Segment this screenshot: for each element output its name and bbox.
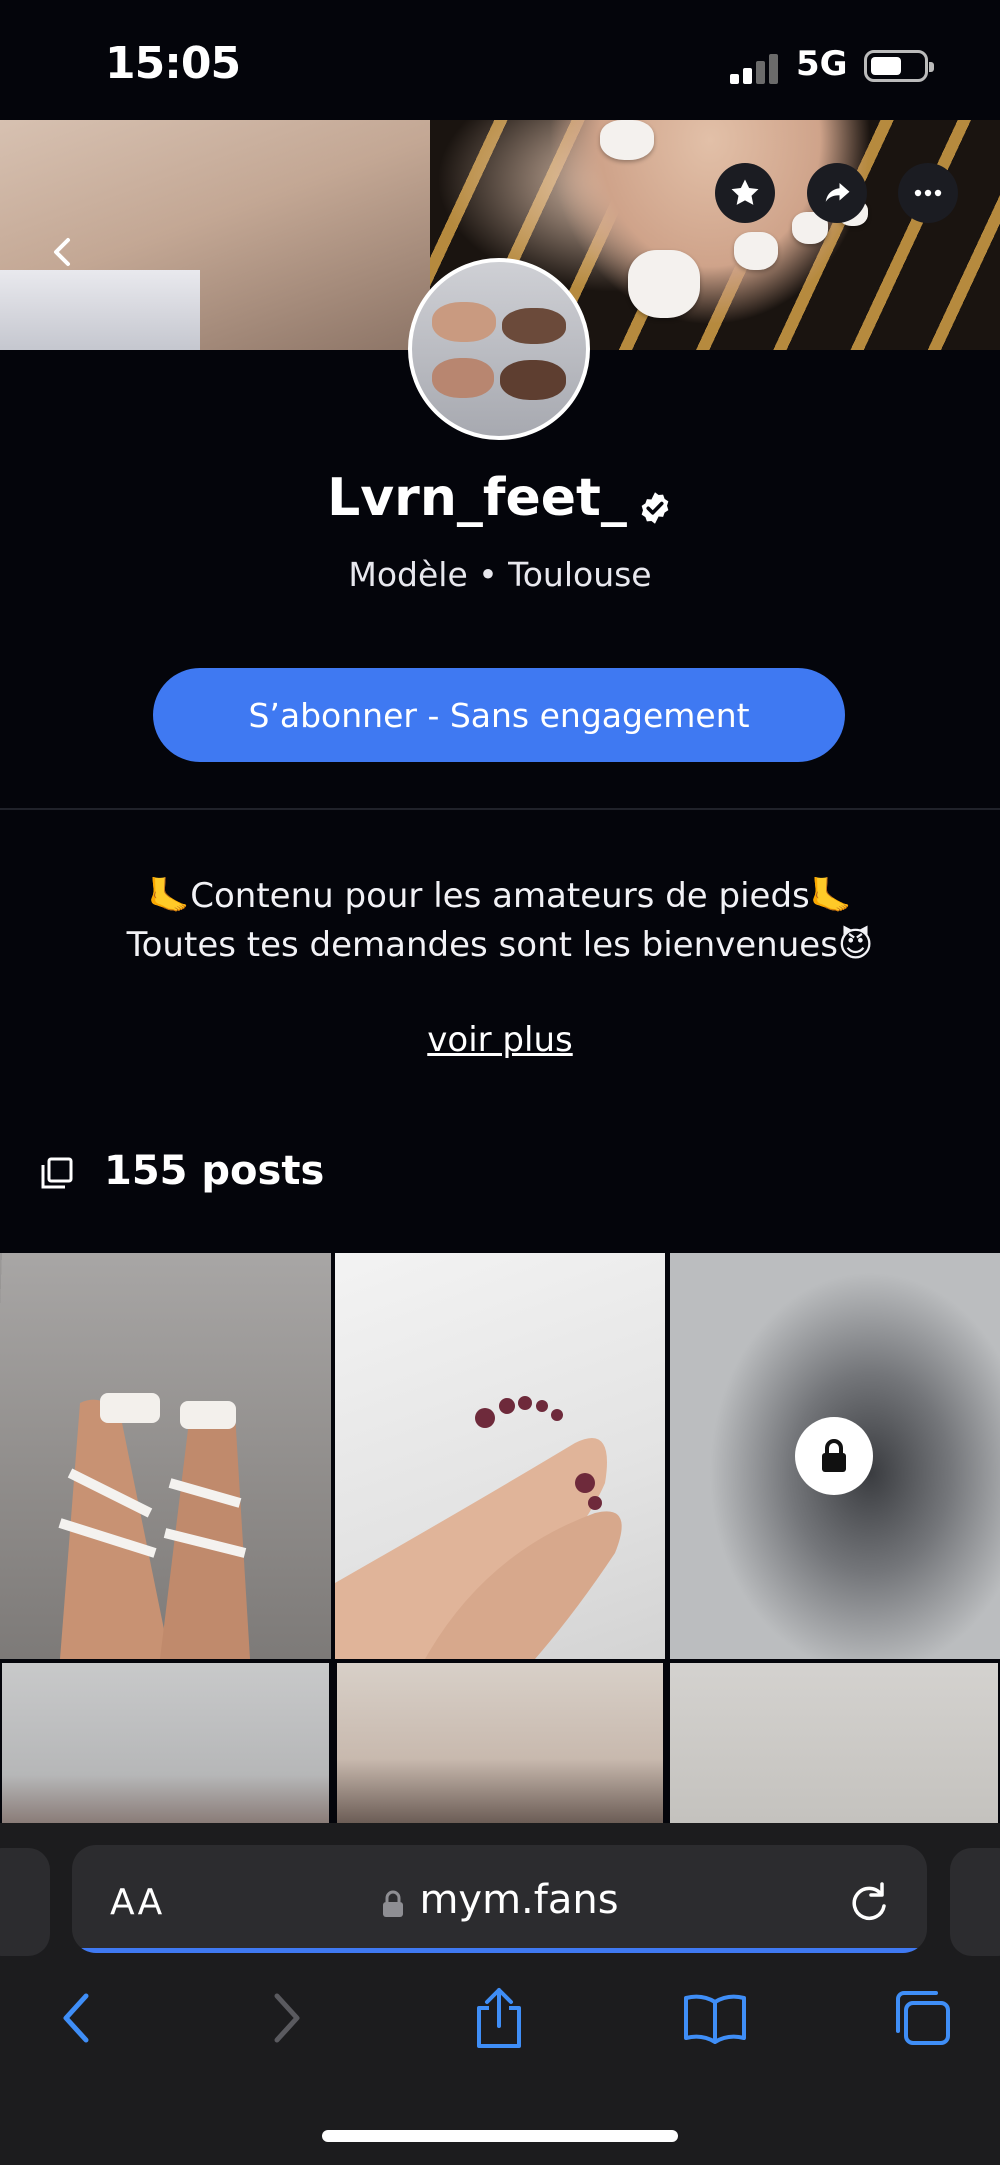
verified-badge-icon — [637, 479, 673, 524]
favorite-button[interactable] — [715, 163, 775, 223]
chevron-left-icon — [63, 1993, 89, 2043]
status-time: 15:05 — [105, 38, 241, 89]
bookmarks-button[interactable] — [680, 1988, 750, 2048]
avatar[interactable] — [408, 258, 590, 440]
share-icon — [477, 1988, 521, 2048]
profile-subtitle: Modèle • Toulouse — [348, 555, 652, 594]
signal-icon — [730, 52, 780, 84]
share-button[interactable] — [807, 163, 867, 223]
browser-back-button[interactable] — [45, 1988, 105, 2048]
network-label: 5G — [796, 44, 848, 84]
post-tile-4[interactable] — [2, 1663, 329, 1823]
url-text: mym.fans — [419, 1877, 619, 1923]
posts-count: 155 posts — [104, 1148, 325, 1194]
post-tile-5[interactable] — [337, 1663, 663, 1823]
share-sheet-button[interactable] — [469, 1988, 529, 2048]
chevron-left-icon — [54, 238, 70, 266]
more-options-button[interactable] — [898, 163, 958, 223]
bio-line-2: Toutes tes demandes sont les bienvenues😈 — [126, 925, 874, 965]
tabs-icon — [896, 1991, 950, 2045]
load-progress — [72, 1948, 927, 1953]
posts-count-row: 155 posts — [40, 1148, 324, 1194]
see-more-label[interactable]: voir plus — [427, 1020, 572, 1060]
subscribe-button[interactable]: S’abonner - Sans engagement — [153, 668, 845, 762]
profile-name: Lvrn_feet_ — [327, 468, 627, 528]
posts-icon — [40, 1154, 74, 1189]
star-icon — [731, 179, 759, 205]
more-icon — [914, 189, 942, 197]
battery-icon — [864, 50, 934, 82]
book-icon — [684, 1994, 746, 2044]
reload-button[interactable] — [848, 1880, 892, 1924]
reload-icon — [852, 1882, 886, 1921]
divider — [0, 808, 1000, 810]
browser-forward-button[interactable] — [258, 1988, 318, 2048]
post-tile-6[interactable] — [670, 1663, 998, 1823]
lock-icon — [795, 1417, 873, 1495]
post-tile-2[interactable] — [335, 1253, 665, 1659]
bio-line-1: 🦶Contenu pour les amateurs de pieds🦶 — [147, 876, 853, 916]
chevron-right-icon — [274, 1993, 300, 2043]
share-icon — [825, 183, 850, 202]
back-button[interactable] — [42, 232, 82, 272]
see-more-link: voir plus — [0, 1020, 1000, 1060]
tabs-button[interactable] — [892, 1988, 952, 2048]
profile-name-row: Lvrn_feet_ — [0, 468, 1000, 528]
post-tile-1[interactable] — [0, 1253, 331, 1659]
padlock-icon — [381, 1883, 405, 1917]
home-indicator[interactable] — [322, 2130, 678, 2142]
